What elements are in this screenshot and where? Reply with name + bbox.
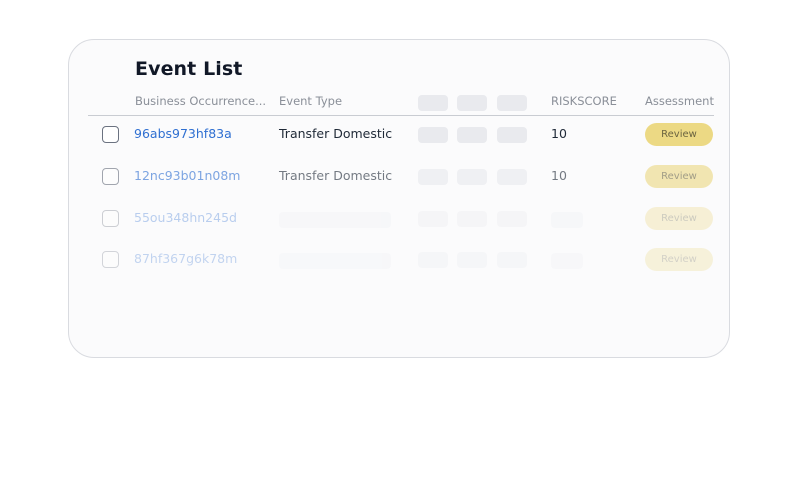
review-button[interactable]: Review	[645, 207, 713, 230]
table-row[interactable]: 55ou348hn245d Review	[69, 200, 729, 240]
row-checkbox[interactable]	[102, 126, 119, 143]
cell-placeholder	[418, 211, 448, 227]
column-header-placeholder	[418, 95, 448, 111]
event-type-cell: Transfer Domestic	[279, 168, 393, 183]
cell-placeholder	[457, 127, 487, 143]
cell-placeholder	[457, 169, 487, 185]
column-header-placeholder	[457, 95, 487, 111]
table-row[interactable]: 12nc93b01n08m Transfer Domestic 10 Revie…	[69, 158, 729, 198]
table-row[interactable]: 87hf367g6k78m Review	[69, 241, 729, 281]
business-occurrence-link[interactable]: 96abs973hf83a	[134, 126, 232, 141]
cell-placeholder	[457, 211, 487, 227]
event-type-placeholder	[279, 212, 391, 228]
page-title: Event List	[135, 58, 243, 80]
cell-placeholder	[418, 169, 448, 185]
row-checkbox[interactable]	[102, 168, 119, 185]
review-button[interactable]: Review	[645, 165, 713, 188]
riskscore-placeholder	[551, 212, 583, 228]
riskscore-cell: 10	[551, 168, 567, 183]
cell-placeholder	[457, 252, 487, 268]
cell-placeholder	[418, 127, 448, 143]
event-list-card: Event List Business Occurrence... Event …	[68, 39, 730, 358]
riskscore-placeholder	[551, 253, 583, 269]
review-button[interactable]: Review	[645, 123, 713, 146]
table-header: Business Occurrence... Event Type RISKSC…	[88, 92, 714, 116]
cell-placeholder	[418, 252, 448, 268]
cell-placeholder	[497, 252, 527, 268]
review-button[interactable]: Review	[645, 248, 713, 271]
riskscore-cell: 10	[551, 126, 567, 141]
column-header-business-occurrence[interactable]: Business Occurrence...	[135, 94, 266, 108]
event-type-cell: Transfer Domestic	[279, 126, 393, 141]
column-header-riskscore[interactable]: RISKSCORE	[551, 94, 617, 108]
column-header-placeholder	[497, 95, 527, 111]
row-checkbox[interactable]	[102, 251, 119, 268]
business-occurrence-link[interactable]: 12nc93b01n08m	[134, 168, 240, 183]
cell-placeholder	[497, 127, 527, 143]
column-header-assessment[interactable]: Assessment	[645, 94, 714, 108]
business-occurrence-link[interactable]: 87hf367g6k78m	[134, 251, 237, 266]
business-occurrence-link[interactable]: 55ou348hn245d	[134, 210, 237, 225]
cell-placeholder	[497, 211, 527, 227]
event-type-placeholder	[279, 253, 391, 269]
table-row[interactable]: 96abs973hf83a Transfer Domestic 10 Revie…	[69, 116, 729, 156]
row-checkbox[interactable]	[102, 210, 119, 227]
column-header-event-type[interactable]: Event Type	[279, 94, 342, 108]
cell-placeholder	[497, 169, 527, 185]
